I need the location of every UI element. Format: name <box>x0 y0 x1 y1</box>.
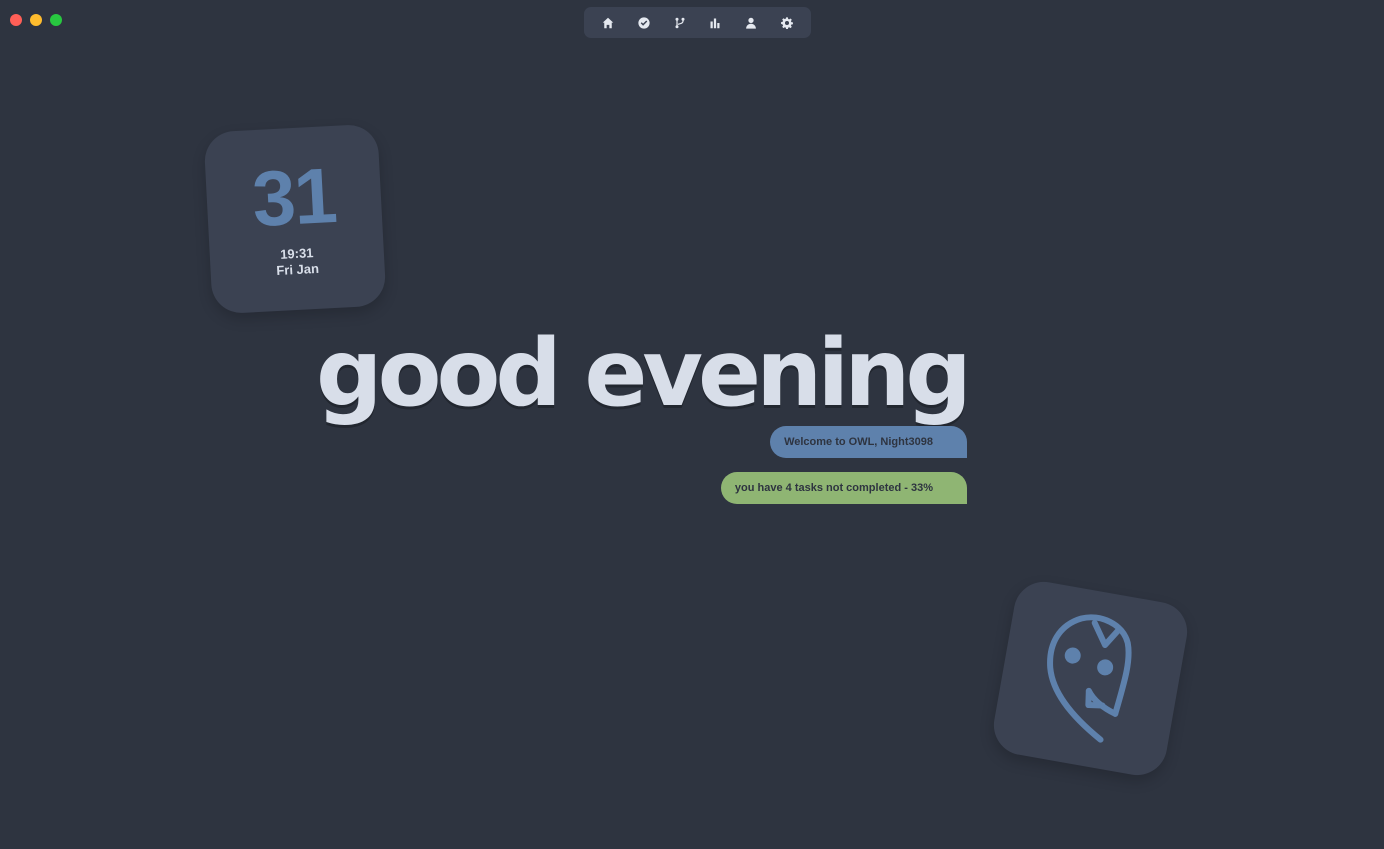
welcome-message: Welcome to OWL, Night3098 <box>770 426 967 458</box>
owl-icon <box>1047 614 1132 743</box>
top-navbar <box>584 7 811 38</box>
owl-logo-card <box>989 577 1192 780</box>
close-window-button[interactable] <box>10 14 22 26</box>
home-icon <box>602 17 614 28</box>
nav-home-button[interactable] <box>597 12 619 34</box>
nav-profile-button[interactable] <box>740 12 762 34</box>
maximize-window-button[interactable] <box>50 14 62 26</box>
check-circle-icon <box>638 16 650 29</box>
date-widget: 31 19:31 Fri Jan <box>203 123 387 315</box>
greeting-title: good evening <box>316 319 972 427</box>
bar-chart-icon <box>710 18 720 28</box>
minimize-window-button[interactable] <box>30 14 42 26</box>
user-icon <box>746 17 757 29</box>
nav-tasks-button[interactable] <box>633 12 655 34</box>
nav-settings-button[interactable] <box>776 12 798 34</box>
nav-branches-button[interactable] <box>669 12 691 34</box>
date-day: 31 <box>250 150 338 244</box>
tasks-status-message[interactable]: you have 4 tasks not completed - 33% <box>720 472 967 504</box>
app-window: 31 19:31 Fri Jan good evening Welcome to… <box>0 0 1384 849</box>
git-branch-icon <box>675 17 685 28</box>
nav-stats-button[interactable] <box>704 12 726 34</box>
window-controls <box>10 14 62 26</box>
gear-icon <box>781 16 793 29</box>
